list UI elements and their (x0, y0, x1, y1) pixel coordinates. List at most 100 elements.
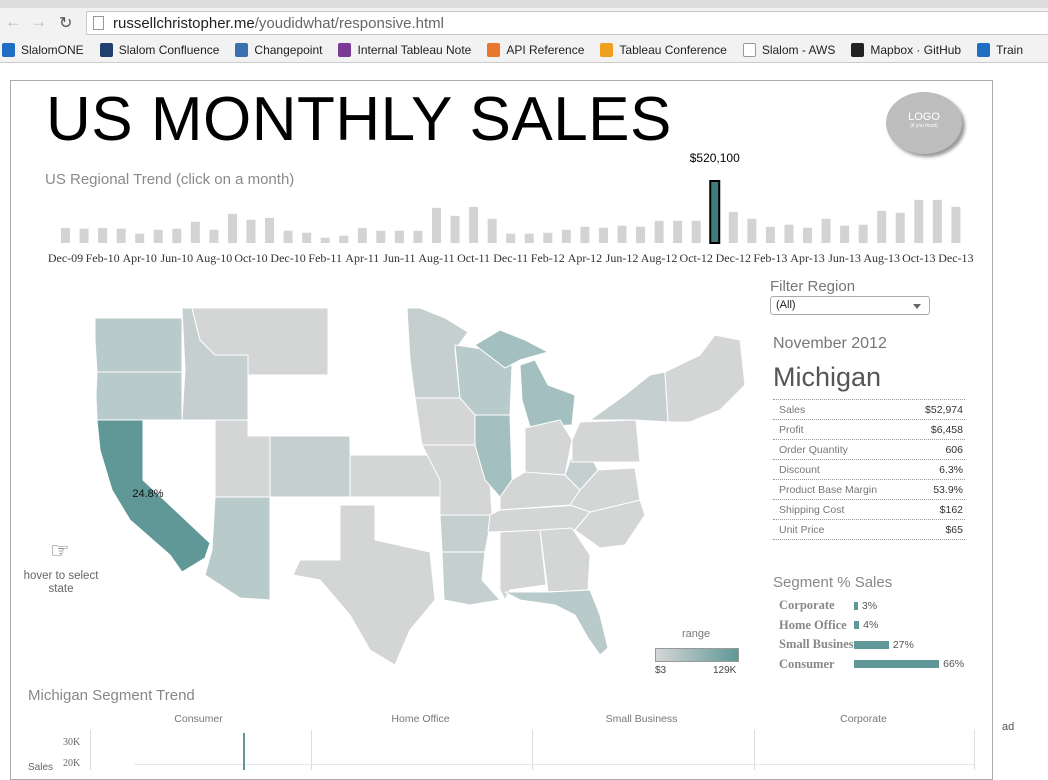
trend-bar[interactable] (61, 228, 70, 243)
trend-bar[interactable] (487, 218, 497, 243)
trend-bar[interactable] (803, 227, 812, 243)
trend-bar[interactable] (580, 226, 590, 243)
region-filter-select[interactable]: (All) (770, 296, 930, 315)
trend-bar[interactable] (116, 228, 126, 243)
trend-bar[interactable] (394, 230, 404, 243)
trend-bar[interactable] (357, 228, 367, 243)
bookmark-item[interactable]: Train (977, 43, 1023, 57)
trend-bar[interactable] (951, 206, 961, 243)
trend-bar[interactable] (728, 211, 738, 243)
x-tick-label: Apr-10 (122, 251, 156, 265)
bookmark-item[interactable]: Mapbox · GitHub (851, 43, 961, 57)
trend-bar[interactable] (784, 224, 794, 243)
segment-bar[interactable] (854, 660, 940, 669)
bookmark-item[interactable]: Internal Tableau Note (338, 43, 471, 57)
trend-bar[interactable] (673, 220, 683, 243)
trend-bar[interactable] (617, 225, 627, 243)
trend-bar[interactable] (339, 235, 349, 243)
trend-bar[interactable] (450, 215, 460, 243)
trend-bar[interactable] (932, 199, 942, 243)
trend-bar[interactable] (302, 232, 312, 243)
state-oregon[interactable] (95, 371, 183, 421)
reload-icon[interactable]: ↻ (59, 13, 72, 33)
back-icon[interactable]: ← (5, 12, 22, 32)
stat-row: Discount 6.3% (773, 460, 965, 480)
trend-bar[interactable] (636, 226, 646, 243)
trend-bar[interactable] (432, 207, 441, 243)
trend-bar[interactable] (265, 217, 275, 243)
trend-bar[interactable] (283, 230, 293, 243)
trend-bar[interactable] (654, 220, 664, 243)
segment-row[interactable]: Consumer 66% (779, 655, 964, 675)
state-texas[interactable] (292, 504, 436, 666)
state-florida[interactable] (504, 589, 609, 656)
x-tick-label: Jun-13 (828, 251, 861, 265)
segment-label: Small Business (779, 637, 859, 652)
bookmark-item[interactable]: SlalomONE (2, 43, 84, 57)
stat-row: Shipping Cost $162 (773, 500, 965, 520)
bookmark-item[interactable]: Slalom - AWS (742, 43, 835, 57)
trend-bar[interactable] (98, 228, 108, 243)
trend-bar[interactable] (598, 227, 608, 243)
trend-bar[interactable] (840, 225, 850, 243)
bookmark-item[interactable]: Slalom Confluence (99, 43, 219, 57)
trend-bar[interactable] (821, 218, 831, 243)
trend-bar[interactable] (190, 221, 200, 243)
state-washington[interactable] (94, 317, 183, 373)
trend-bar[interactable] (469, 206, 479, 243)
trend-bar[interactable] (172, 228, 182, 243)
address-bar[interactable]: russellchristopher.me/youdidwhat/respons… (86, 11, 1048, 35)
trend-bar[interactable] (79, 228, 89, 243)
trend-bar[interactable] (877, 210, 887, 243)
trend-bar[interactable] (543, 232, 553, 243)
trend-bar[interactable] (376, 230, 386, 243)
segment-row[interactable]: Small Business 27% (779, 635, 964, 655)
trend-bar[interactable] (524, 233, 534, 243)
state-kansas[interactable] (349, 454, 441, 498)
state-pennsylvania[interactable] (571, 419, 641, 463)
trend-bar[interactable] (209, 229, 219, 243)
trend-bar[interactable] (561, 229, 571, 243)
state-louisiana[interactable] (441, 551, 501, 606)
state-utah[interactable] (214, 419, 271, 498)
state-new-england[interactable] (664, 334, 746, 423)
confluence-icon (99, 43, 113, 57)
stat-value: 606 (945, 443, 963, 456)
state-arizona[interactable] (204, 496, 271, 601)
sharepoint-icon (977, 43, 991, 57)
forward-icon[interactable]: → (30, 12, 47, 32)
trend-bar[interactable] (858, 224, 868, 243)
state-arkansas[interactable] (439, 514, 493, 553)
trend-bar[interactable] (413, 230, 423, 243)
state-alabama[interactable] (499, 529, 547, 602)
trend-bar[interactable] (246, 219, 256, 243)
state-ohio[interactable] (524, 419, 573, 479)
state-new-york[interactable] (588, 371, 669, 423)
bookmark-item[interactable]: API Reference (487, 43, 584, 57)
url-text[interactable]: russellchristopher.me/youdidwhat/respons… (113, 15, 444, 32)
segment-bar[interactable] (854, 601, 858, 610)
trend-bar[interactable] (506, 233, 516, 243)
trend-bar[interactable] (895, 212, 905, 243)
trend-bar[interactable] (914, 199, 924, 243)
trend-bar[interactable] (153, 229, 163, 243)
bookmark-item[interactable]: Changepoint (235, 43, 322, 57)
segment-bar[interactable] (854, 640, 889, 649)
segment-bar[interactable] (854, 621, 860, 630)
bookmark-item[interactable]: Tableau Conference (600, 43, 727, 57)
trend-bar[interactable] (765, 226, 775, 243)
trend-bar[interactable] (691, 220, 701, 243)
trend-bar[interactable] (135, 233, 145, 243)
state-michigan[interactable] (519, 359, 576, 428)
segment-row[interactable]: Home Office 4% (779, 616, 964, 636)
trend-bar[interactable] (747, 218, 757, 243)
segment-row[interactable]: Corporate 3% (779, 596, 964, 616)
trend-bar-selected[interactable] (709, 180, 721, 244)
selected-value-label: $520,100 (690, 151, 740, 165)
trend-bar[interactable] (320, 237, 330, 243)
y-axis-label: Sales (28, 762, 54, 773)
state-georgia[interactable] (539, 527, 591, 593)
x-tick-label: Aug-11 (418, 251, 454, 265)
state-colorado[interactable] (269, 435, 351, 498)
trend-bar[interactable] (227, 213, 237, 243)
